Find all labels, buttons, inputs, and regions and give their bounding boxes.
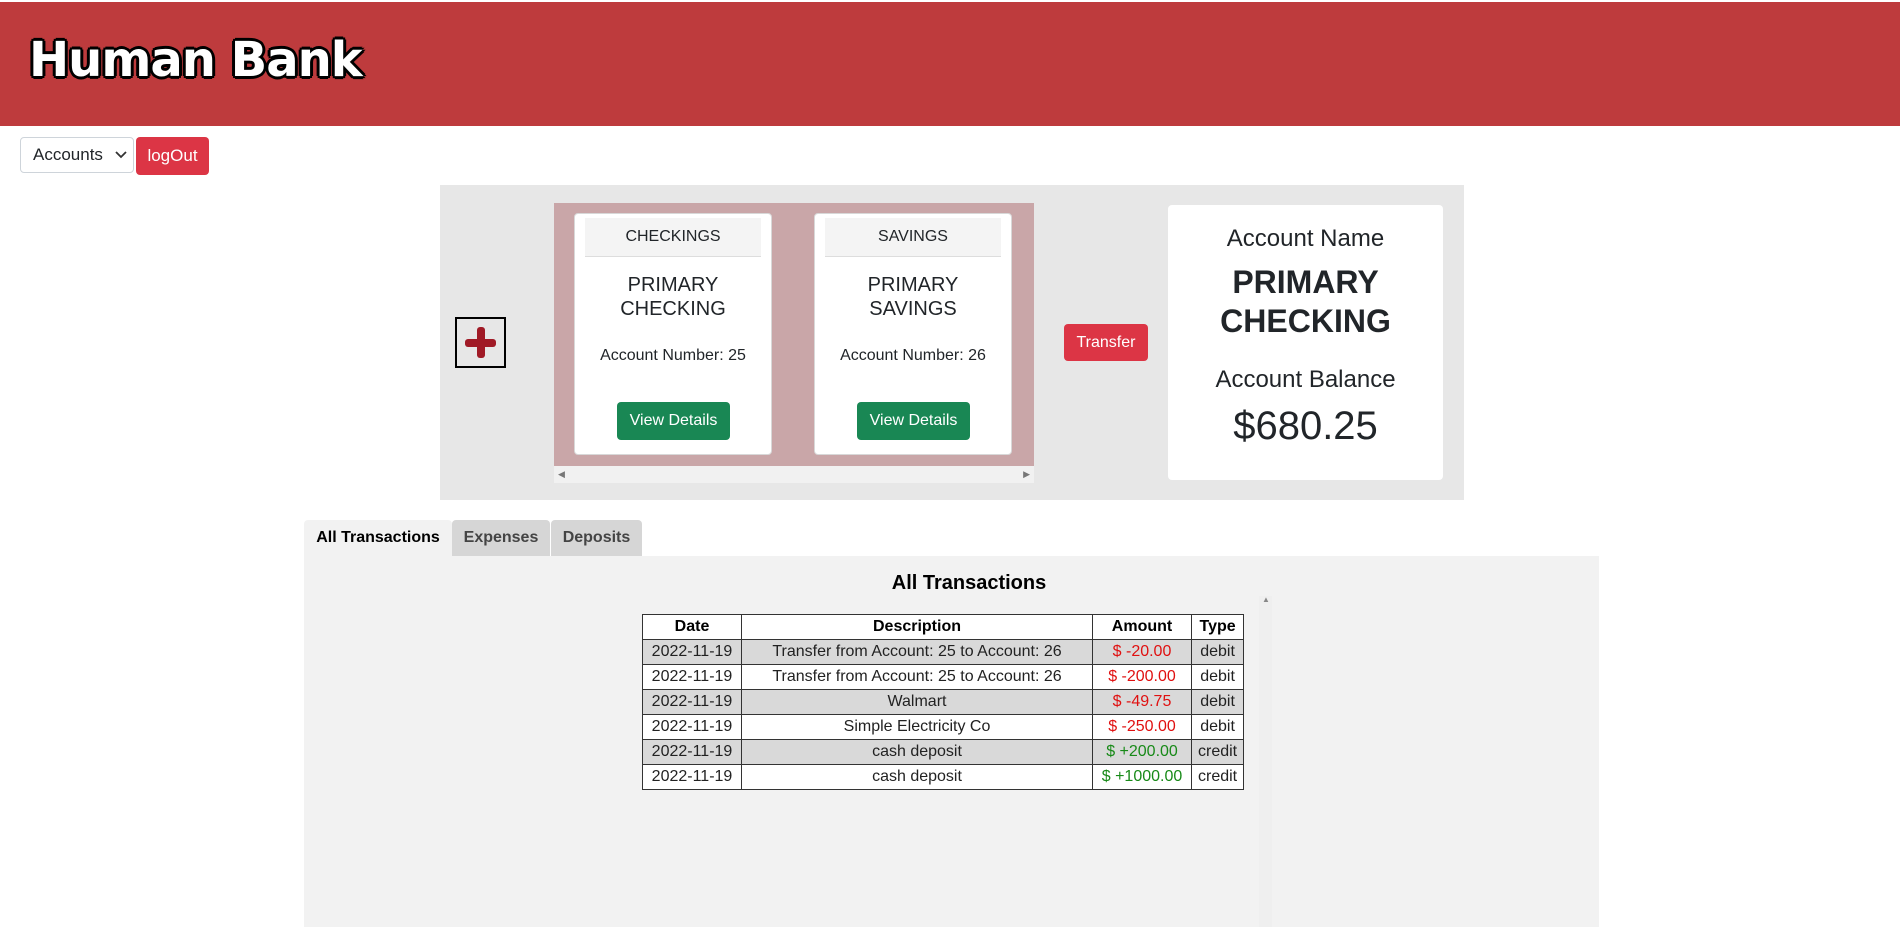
account-number: Account Number: 25 — [600, 347, 746, 364]
account-card-savings: SAVINGS PRIMARY SAVINGS Account Number: … — [814, 213, 1012, 455]
account-name-label: Account Name — [1226, 225, 1385, 252]
cell-type: debit — [1190, 639, 1245, 665]
chevron-down-icon — [115, 148, 127, 162]
cell-type: debit — [1190, 689, 1245, 715]
transactions-scrollbar[interactable]: ▲ — [1259, 595, 1272, 927]
logout-button[interactable]: logOut — [136, 137, 209, 175]
account-carousel[interactable]: CHECKINGS PRIMARY CHECKING Account Numbe… — [554, 203, 1034, 466]
cell-date: 2022-11-19 — [642, 664, 742, 690]
add-account-button[interactable] — [455, 317, 506, 368]
cell-description: cash deposit — [741, 739, 1093, 765]
cell-description: cash deposit — [741, 764, 1093, 790]
cell-type: debit — [1190, 664, 1245, 690]
table-row: 2022-11-19 Walmart $ -49.75 debit — [642, 689, 1245, 715]
cell-amount: $ -49.75 — [1092, 689, 1192, 715]
account-name: PRIMARY CHECKING — [620, 274, 726, 320]
account-balance-label: Account Balance — [1215, 366, 1396, 393]
tab-deposits[interactable]: Deposits — [551, 520, 642, 556]
accounts-panel: CHECKINGS PRIMARY CHECKING Account Numbe… — [440, 185, 1464, 500]
cell-description: Transfer from Account: 25 to Account: 26 — [741, 664, 1093, 690]
column-header-description: Description — [741, 614, 1093, 640]
transactions-title: All Transactions — [891, 572, 1047, 594]
account-type: SAVINGS — [825, 218, 1001, 257]
cell-date: 2022-11-19 — [642, 714, 742, 740]
cell-amount: $ +1000.00 — [1092, 764, 1192, 790]
table-row: 2022-11-19 cash deposit $ +1000.00 credi… — [642, 764, 1245, 790]
cell-amount: $ -200.00 — [1092, 664, 1192, 690]
transactions-table: Date Description Amount Type 2022-11-19 … — [642, 614, 1245, 790]
cell-date: 2022-11-19 — [642, 689, 742, 715]
cell-date: 2022-11-19 — [642, 639, 742, 665]
scroll-left-icon[interactable]: ◀ — [558, 469, 565, 480]
transactions-panel: ▲ All Transactions Date Description Amou… — [304, 556, 1599, 927]
tab-expenses[interactable]: Expenses — [452, 520, 550, 556]
scroll-up-icon[interactable]: ▲ — [1262, 595, 1270, 604]
carousel-scrollbar[interactable]: ◀ ▶ — [554, 466, 1034, 483]
cell-date: 2022-11-19 — [642, 764, 742, 790]
accounts-dropdown-label: Accounts — [33, 145, 103, 164]
account-number: Account Number: 26 — [840, 347, 986, 364]
cell-type: debit — [1190, 714, 1245, 740]
table-row: 2022-11-19 Simple Electricity Co $ -250.… — [642, 714, 1245, 740]
cell-date: 2022-11-19 — [642, 739, 742, 765]
column-header-date: Date — [642, 614, 742, 640]
selected-account-name: PRIMARY CHECKING — [1220, 264, 1391, 339]
table-header-row: Date Description Amount Type — [642, 614, 1245, 640]
table-row: 2022-11-19 Transfer from Account: 25 to … — [642, 639, 1245, 665]
view-details-button[interactable]: View Details — [617, 402, 730, 440]
cell-amount: $ -20.00 — [1092, 639, 1192, 665]
table-row: 2022-11-19 cash deposit $ +200.00 credit — [642, 739, 1245, 765]
account-summary-card: Account Name PRIMARY CHECKING Account Ba… — [1168, 205, 1443, 480]
brand-logo: Human Bank — [29, 32, 363, 88]
account-name: PRIMARY SAVINGS — [867, 274, 959, 320]
cell-type: credit — [1190, 764, 1245, 790]
cell-description: Simple Electricity Co — [741, 714, 1093, 740]
tab-all-transactions[interactable]: All Transactions — [304, 520, 452, 556]
cell-type: credit — [1190, 739, 1245, 765]
accounts-dropdown[interactable]: Accounts — [20, 137, 134, 173]
view-details-button[interactable]: View Details — [857, 402, 970, 440]
cell-description: Walmart — [741, 689, 1093, 715]
transfer-button[interactable]: Transfer — [1064, 324, 1148, 361]
cell-amount: $ +200.00 — [1092, 739, 1192, 765]
cell-description: Transfer from Account: 25 to Account: 26 — [741, 639, 1093, 665]
account-type: CHECKINGS — [585, 218, 761, 257]
account-balance-value: $680.25 — [1233, 404, 1378, 448]
column-header-type: Type — [1190, 614, 1245, 640]
scroll-right-icon[interactable]: ▶ — [1023, 469, 1030, 480]
table-row: 2022-11-19 Transfer from Account: 25 to … — [642, 664, 1245, 690]
column-header-amount: Amount — [1092, 614, 1192, 640]
header-bar: Human Bank — [0, 2, 1900, 126]
account-card-checking: CHECKINGS PRIMARY CHECKING Account Numbe… — [574, 213, 772, 455]
cell-amount: $ -250.00 — [1092, 714, 1192, 740]
